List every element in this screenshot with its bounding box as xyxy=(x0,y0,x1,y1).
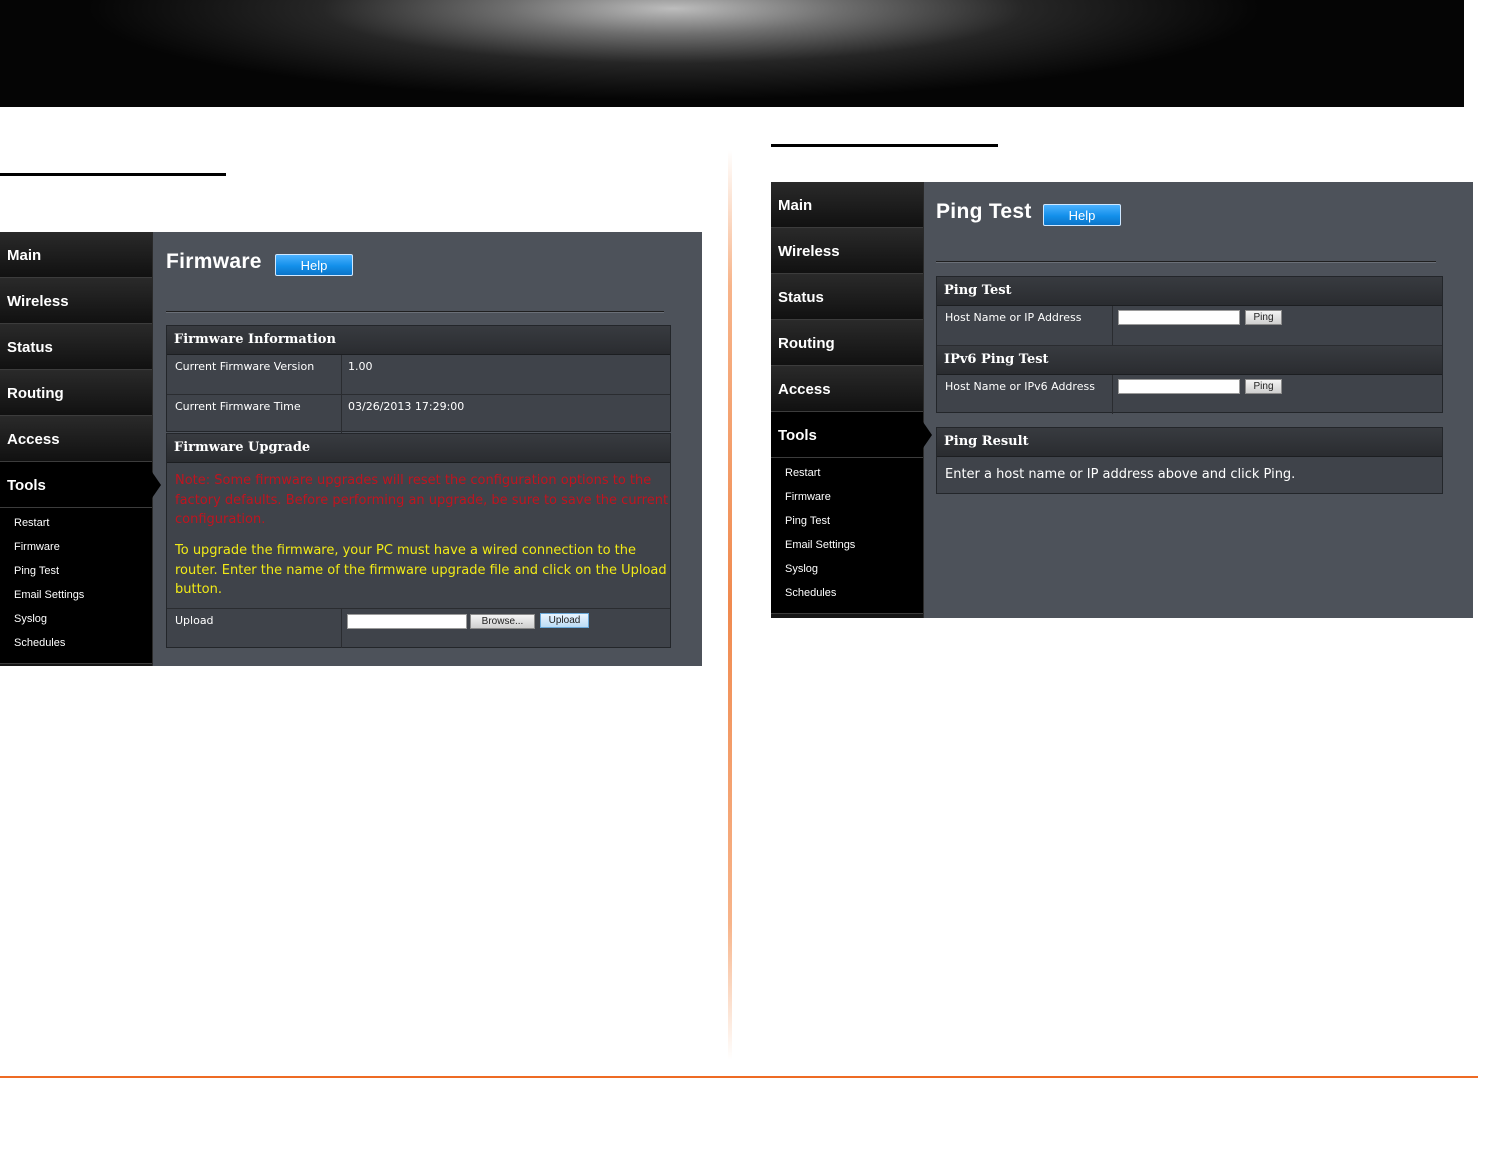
info-row-time: Current Firmware Time 03/26/2013 17:29:0… xyxy=(167,395,670,433)
upload-button[interactable]: Upload xyxy=(540,613,589,628)
firmware-screenshot-panel: Main Wireless Status Routing Access Tool… xyxy=(0,232,702,666)
ipv6-host-row: Host Name or IPv6 Address Ping xyxy=(937,375,1442,414)
version-value: 1.00 xyxy=(348,360,373,373)
help-button[interactable]: Help xyxy=(275,254,353,276)
wired-connection-note: To upgrade the firmware, your PC must ha… xyxy=(175,543,667,597)
sidebar: Main Wireless Status Routing Access Tool… xyxy=(0,232,161,666)
nav-status[interactable]: Status xyxy=(0,324,152,370)
submenu-email-settings[interactable]: Email Settings xyxy=(0,583,152,607)
section-header: Firmware Information xyxy=(167,326,670,355)
tools-submenu: Restart Firmware Ping Test Email Setting… xyxy=(771,458,923,614)
ipv6-ping-button[interactable]: Ping xyxy=(1245,379,1282,394)
nav-tools[interactable]: Tools xyxy=(771,412,932,458)
ping-test-header: Ping Test xyxy=(937,277,1442,306)
firmware-file-input[interactable] xyxy=(347,614,467,629)
ping-test-box: Ping Test Host Name or IP Address Ping I… xyxy=(936,276,1443,414)
firmware-information-box: Firmware Information Current Firmware Ve… xyxy=(166,325,671,433)
time-value: 03/26/2013 17:29:00 xyxy=(348,400,465,413)
title-divider xyxy=(166,311,664,313)
submenu-syslog[interactable]: Syslog xyxy=(771,557,923,581)
title-divider xyxy=(936,261,1436,263)
upgrade-notes-row: Note: Some firmware upgrades will reset … xyxy=(167,463,670,609)
host-input[interactable] xyxy=(1118,310,1240,325)
ipv6-host-input[interactable] xyxy=(1118,379,1240,394)
browse-button[interactable]: Browse... xyxy=(470,614,535,629)
submenu-ping-test[interactable]: Ping Test xyxy=(771,509,923,533)
submenu-syslog[interactable]: Syslog xyxy=(0,607,152,631)
ping-button[interactable]: Ping xyxy=(1245,310,1282,325)
column-divider xyxy=(728,150,732,1060)
nav-main[interactable]: Main xyxy=(771,182,923,228)
submenu-restart[interactable]: Restart xyxy=(771,461,923,485)
info-row-version: Current Firmware Version 1.00 xyxy=(167,355,670,395)
tools-submenu: Restart Firmware Ping Test Email Setting… xyxy=(0,508,152,664)
upload-row: Upload Browse... Upload xyxy=(167,609,670,648)
top-banner xyxy=(0,0,1464,107)
nav-main[interactable]: Main xyxy=(0,232,152,278)
section-heading-rule-right xyxy=(771,144,998,147)
version-label: Current Firmware Version xyxy=(167,355,342,394)
submenu-firmware[interactable]: Firmware xyxy=(771,485,923,509)
section-heading-rule-left xyxy=(0,173,226,176)
nav-status[interactable]: Status xyxy=(771,274,923,320)
footer-line xyxy=(0,1076,1478,1078)
host-row: Host Name or IP Address Ping xyxy=(937,306,1442,346)
ping-test-screenshot-panel: Main Wireless Status Routing Access Tool… xyxy=(771,182,1473,618)
nav-tools[interactable]: Tools xyxy=(0,462,161,508)
submenu-email-settings[interactable]: Email Settings xyxy=(771,533,923,557)
firmware-upgrade-box: Firmware Upgrade Note: Some firmware upg… xyxy=(166,433,671,648)
page-title: Firmware xyxy=(166,250,262,273)
help-button[interactable]: Help xyxy=(1043,204,1121,226)
host-label: Host Name or IP Address xyxy=(937,306,1113,345)
ping-result-text: Enter a host name or IP address above an… xyxy=(945,467,1296,482)
nav-wireless[interactable]: Wireless xyxy=(0,278,152,324)
page-title: Ping Test xyxy=(936,200,1032,223)
submenu-schedules[interactable]: Schedules xyxy=(0,631,152,655)
submenu-schedules[interactable]: Schedules xyxy=(771,581,923,605)
submenu-restart[interactable]: Restart xyxy=(0,511,152,535)
nav-routing[interactable]: Routing xyxy=(771,320,923,366)
nav-access[interactable]: Access xyxy=(0,416,152,462)
ipv6-ping-test-header: IPv6 Ping Test xyxy=(937,346,1442,375)
submenu-firmware[interactable]: Firmware xyxy=(0,535,152,559)
sidebar: Main Wireless Status Routing Access Tool… xyxy=(771,182,932,618)
ping-result-header: Ping Result xyxy=(937,428,1442,457)
section-header: Firmware Upgrade xyxy=(167,434,670,463)
nav-routing[interactable]: Routing xyxy=(0,370,152,416)
reset-warning-note: Note: Some firmware upgrades will reset … xyxy=(175,473,669,527)
ipv6-host-label: Host Name or IPv6 Address xyxy=(937,375,1113,414)
ping-result-box: Ping Result Enter a host name or IP addr… xyxy=(936,427,1443,494)
nav-access[interactable]: Access xyxy=(771,366,923,412)
submenu-ping-test[interactable]: Ping Test xyxy=(0,559,152,583)
nav-wireless[interactable]: Wireless xyxy=(771,228,923,274)
time-label: Current Firmware Time xyxy=(167,395,342,433)
upload-label: Upload xyxy=(167,609,342,648)
